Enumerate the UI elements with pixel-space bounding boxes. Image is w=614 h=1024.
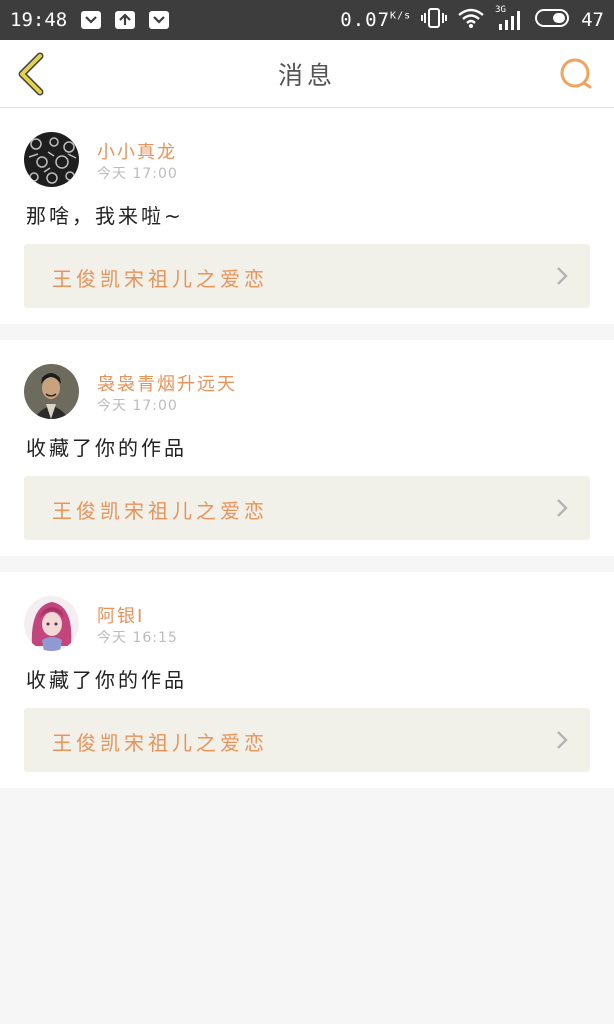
vibrate-icon [421,7,448,34]
network-speed-value: 0.07 [340,9,391,31]
username[interactable]: 小小真龙 [97,138,177,164]
message-time: 今天 16:15 [97,630,178,646]
status-time: 19:48 [10,9,68,31]
message-card: 袅袅青烟升远天 今天 17:00 收藏了你的作品 王俊凯宋祖儿之爱恋 [0,340,614,556]
avatar[interactable] [24,364,79,419]
username[interactable]: 阿银I [97,602,144,628]
status-bar: 19:48 0.07K/s 3G 47 [0,0,614,40]
avatar[interactable] [24,132,79,187]
work-link[interactable]: 王俊凯宋祖儿之爱恋 [24,244,590,308]
message-text: 收藏了你的作品 [26,668,187,692]
work-title: 王俊凯宋祖儿之爱恋 [52,499,268,523]
message-time: 今天 17:00 [97,398,178,414]
message-list: 小小真龙 今天 17:00 那啥，我来啦~ 王俊凯宋祖儿之爱恋 袅袅青烟升远天 … [0,108,614,804]
chevron-right-icon [557,731,568,749]
chevron-right-icon [557,499,568,517]
notification-upload-icon [115,11,136,29]
network-speed: 0.07K/s [340,9,411,31]
message-card: 小小真龙 今天 17:00 那啥，我来啦~ 王俊凯宋祖儿之爱恋 [0,108,614,324]
message-text: 那啥，我来啦~ [26,204,184,228]
signal-icon: 3G [495,5,525,32]
avatar[interactable] [24,596,79,651]
search-icon [560,58,592,89]
work-link[interactable]: 王俊凯宋祖儿之爱恋 [24,708,590,772]
notification-download-icon-2 [149,11,170,29]
battery-icon [535,8,571,33]
chevron-right-icon [557,267,568,285]
network-speed-unit: K/s [390,10,412,22]
message-text: 收藏了你的作品 [26,436,187,460]
app-header: 消息 [0,40,614,108]
page-title: 消息 [277,61,336,90]
work-title: 王俊凯宋祖儿之爱恋 [52,731,268,755]
battery-level: 47 [581,9,604,31]
work-title: 王俊凯宋祖儿之爱恋 [52,267,268,291]
wifi-icon [457,7,485,34]
search-button[interactable] [558,56,594,92]
message-time: 今天 17:00 [97,166,178,182]
work-link[interactable]: 王俊凯宋祖儿之爱恋 [24,476,590,540]
username[interactable]: 袅袅青烟升远天 [97,370,237,396]
message-card: 阿银I 今天 16:15 收藏了你的作品 王俊凯宋祖儿之爱恋 [0,572,614,788]
notification-download-icon [81,11,102,29]
